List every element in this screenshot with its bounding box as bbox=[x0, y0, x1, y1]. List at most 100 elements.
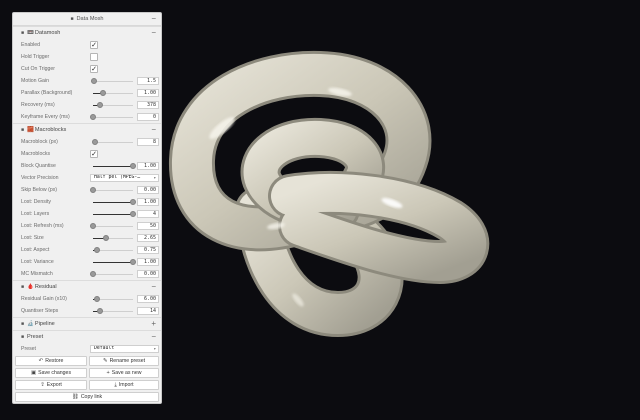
download-icon: ⤓ bbox=[114, 382, 117, 388]
lost-refresh-slider[interactable] bbox=[90, 223, 133, 229]
caret-down-icon: ▾ bbox=[153, 346, 156, 351]
slider-knob[interactable] bbox=[96, 308, 103, 314]
lost-size-row: Lost: Size 2.65 bbox=[13, 232, 161, 244]
collapse-icon[interactable]: − bbox=[151, 281, 156, 293]
vector-precision-value: Half pel (MPEG-… bbox=[94, 175, 141, 180]
slider-knob[interactable] bbox=[130, 199, 136, 205]
macroblock-size-input[interactable]: 8 bbox=[137, 138, 159, 146]
slider-knob[interactable] bbox=[90, 187, 96, 193]
slider-knob[interactable] bbox=[130, 211, 136, 217]
enabled-checkbox[interactable]: ✓ bbox=[90, 41, 98, 49]
residual-gain-input[interactable]: 6.00 bbox=[137, 295, 159, 303]
macroblock-size-label: Macroblock (px) bbox=[21, 139, 58, 145]
parallax-slider[interactable] bbox=[93, 90, 133, 96]
slider-knob[interactable] bbox=[130, 259, 136, 265]
residual-gain-slider[interactable] bbox=[93, 296, 133, 302]
panel-collapse-icon[interactable]: − bbox=[151, 13, 156, 25]
collapse-icon[interactable]: − bbox=[151, 331, 156, 343]
slider-knob[interactable] bbox=[130, 163, 136, 169]
folder-residual[interactable]: ■ 🩸Residual − bbox=[13, 280, 161, 293]
folder-icon: ■ bbox=[21, 334, 25, 340]
vector-precision-label: Vector Precision bbox=[21, 175, 59, 181]
folder-datamosh[interactable]: ■ 📼Datamosh − bbox=[13, 26, 161, 39]
cut-on-trigger-label: Cut On Trigger bbox=[21, 66, 56, 72]
rename-preset-button[interactable]: ✎ Rename preset bbox=[89, 356, 159, 366]
lost-layers-label: Lost: Layers bbox=[21, 211, 50, 217]
mc-mismatch-input[interactable]: 0.00 bbox=[137, 270, 159, 278]
collapse-icon[interactable]: − bbox=[151, 124, 156, 136]
recovery-slider[interactable] bbox=[93, 102, 133, 108]
macroblock-size-slider[interactable] bbox=[92, 139, 133, 145]
vector-precision-row: Vector Precision Half pel (MPEG-… ▾ bbox=[13, 172, 161, 184]
recovery-input[interactable]: 378 bbox=[137, 101, 159, 109]
restore-button[interactable]: ↶ Restore bbox=[15, 356, 87, 366]
folder-icon: ■ bbox=[21, 284, 25, 290]
slider-knob[interactable] bbox=[97, 102, 104, 108]
slider-knob[interactable] bbox=[90, 223, 96, 229]
import-button[interactable]: ⤓ Import bbox=[89, 380, 159, 390]
expand-icon[interactable]: + bbox=[151, 318, 156, 330]
save-icon: ▣ bbox=[30, 370, 37, 376]
cut-on-trigger-checkbox[interactable]: ✓ bbox=[90, 65, 98, 73]
vector-precision-select[interactable]: Half pel (MPEG-… ▾ bbox=[90, 174, 159, 182]
upload-icon: ⇪ bbox=[40, 382, 45, 388]
block-quantise-row: Block Quantise 1.00 bbox=[13, 160, 161, 172]
lost-refresh-input[interactable]: 50 bbox=[137, 222, 159, 230]
folder-preset-title: Preset bbox=[27, 334, 44, 340]
mc-mismatch-slider[interactable] bbox=[90, 271, 133, 277]
copy-link-button[interactable]: ⛓ Copy link bbox=[15, 392, 159, 402]
preset-select[interactable]: Default ▾ bbox=[90, 345, 159, 353]
lost-refresh-row: Lost: Refresh (ms) 50 bbox=[13, 220, 161, 232]
hold-trigger-checkbox[interactable] bbox=[90, 53, 98, 61]
slider-fill bbox=[93, 201, 133, 203]
lost-layers-slider[interactable] bbox=[93, 211, 136, 217]
block-quantise-slider[interactable] bbox=[93, 163, 136, 169]
keyframe-input[interactable]: 0 bbox=[137, 113, 159, 121]
quantiser-steps-input[interactable]: 14 bbox=[137, 307, 159, 315]
slider-knob[interactable] bbox=[92, 139, 99, 145]
save-as-new-button[interactable]: + Save as new bbox=[89, 368, 159, 378]
collapse-icon[interactable]: − bbox=[151, 27, 156, 39]
slider-knob[interactable] bbox=[90, 271, 96, 277]
slider-knob[interactable] bbox=[100, 90, 106, 96]
motion-gain-input[interactable]: 1.5 bbox=[137, 77, 159, 85]
save-changes-button[interactable]: ▣ Save changes bbox=[15, 368, 87, 378]
macroblocks-checkbox[interactable]: ✓ bbox=[90, 150, 98, 158]
rename-preset-button-label: Rename preset bbox=[109, 358, 146, 364]
skip-below-slider[interactable] bbox=[90, 187, 133, 193]
slider-knob[interactable] bbox=[91, 78, 98, 84]
restore-button-label: Restore bbox=[45, 358, 64, 364]
macroblocks-toggle-label: Macroblocks bbox=[21, 151, 51, 157]
lost-aspect-input[interactable]: 0.75 bbox=[137, 246, 159, 254]
lost-aspect-slider[interactable] bbox=[93, 247, 133, 253]
lost-size-input[interactable]: 2.65 bbox=[137, 234, 159, 242]
export-button[interactable]: ⇪ Export bbox=[15, 380, 87, 390]
motion-gain-label: Motion Gain bbox=[21, 78, 49, 84]
keyframe-slider[interactable] bbox=[90, 114, 133, 120]
quantiser-steps-label: Quantiser Steps bbox=[21, 308, 59, 314]
slider-knob[interactable] bbox=[103, 235, 110, 241]
recovery-row: Recovery (ms) 378 bbox=[13, 99, 161, 111]
skip-below-label: Skip Below (px) bbox=[21, 187, 58, 193]
folder-residual-title: Residual bbox=[34, 284, 57, 290]
lost-density-input[interactable]: 1.00 bbox=[137, 198, 159, 206]
skip-below-input[interactable]: 0.00 bbox=[137, 186, 159, 194]
import-button-label: Import bbox=[118, 382, 134, 388]
quantiser-steps-slider[interactable] bbox=[93, 308, 133, 314]
slider-knob[interactable] bbox=[94, 247, 100, 253]
slider-knob[interactable] bbox=[90, 114, 96, 120]
motion-gain-slider[interactable] bbox=[91, 78, 133, 84]
folder-preset[interactable]: ■ Preset − bbox=[13, 330, 161, 343]
lost-variance-slider[interactable] bbox=[93, 259, 136, 265]
block-quantise-input[interactable]: 1.00 bbox=[137, 162, 159, 170]
lost-layers-input[interactable]: 4 bbox=[137, 210, 159, 218]
panel-title-bar[interactable]: ■ Data Mosh − bbox=[13, 13, 161, 26]
lost-variance-input[interactable]: 1.00 bbox=[137, 258, 159, 266]
lost-size-slider[interactable] bbox=[93, 235, 133, 241]
folder-pipeline[interactable]: ■ 🔬Pipeline + bbox=[13, 317, 161, 330]
folder-macroblocks[interactable]: ■ 🧱Macroblocks − bbox=[13, 123, 161, 136]
lost-density-slider[interactable] bbox=[93, 199, 136, 205]
pencil-icon: ✎ bbox=[102, 358, 108, 364]
slider-knob[interactable] bbox=[94, 296, 100, 302]
parallax-input[interactable]: 1.00 bbox=[137, 89, 159, 97]
